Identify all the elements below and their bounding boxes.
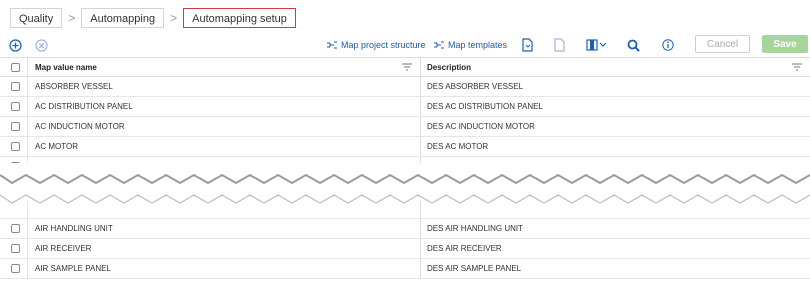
row-checkbox[interactable] xyxy=(11,244,20,253)
column-divider xyxy=(27,77,28,96)
breadcrumb-automapping[interactable]: Automapping xyxy=(81,8,165,28)
table-row[interactable]: AIR RECEIVER DES AIR RECEIVER xyxy=(0,239,810,259)
table-row[interactable]: AIR HANDLING UNIT DES AIR HANDLING UNIT xyxy=(0,219,810,239)
description-cell: DES ABSORBER VESSEL xyxy=(427,82,524,91)
column-header-description[interactable]: Description xyxy=(427,58,471,77)
row-checkbox[interactable] xyxy=(11,142,20,151)
select-all-checkbox[interactable] xyxy=(11,63,20,72)
row-checkbox[interactable] xyxy=(11,122,20,131)
map-value-name-cell: AC MOTOR xyxy=(35,142,78,151)
row-checkbox[interactable] xyxy=(11,264,20,273)
map-templates-icon xyxy=(434,41,444,49)
description-cell: DES AC MOTOR xyxy=(427,142,489,151)
map-project-structure-label: Map project structure xyxy=(341,40,426,50)
cancel-button[interactable]: Cancel xyxy=(695,35,750,53)
description-cell: DES AC DISTRIBUTION PANEL xyxy=(427,102,543,111)
info-icon[interactable] xyxy=(662,32,674,58)
table-header: Map value name Description xyxy=(0,57,810,77)
column-divider xyxy=(420,97,421,116)
table-row[interactable]: AC DISTRIBUTION PANEL DES AC DISTRIBUTIO… xyxy=(0,97,810,117)
breadcrumb-quality[interactable]: Quality xyxy=(10,8,63,28)
column-divider xyxy=(27,58,28,76)
column-divider xyxy=(420,239,421,258)
row-checkbox[interactable] xyxy=(11,82,20,91)
row-checkbox[interactable] xyxy=(11,102,20,111)
map-project-structure-button[interactable]: Map project structure xyxy=(326,32,426,58)
column-divider xyxy=(420,137,421,156)
breadcrumb-separator: > xyxy=(68,11,76,25)
map-value-name-cell: AIR HANDLING UNIT xyxy=(35,224,113,233)
column-divider xyxy=(27,239,28,258)
column-divider xyxy=(420,219,421,238)
table-row[interactable]: AC MOTOR DES AC MOTOR xyxy=(0,137,810,157)
import-icon[interactable] xyxy=(521,32,533,58)
save-button[interactable]: Save xyxy=(762,35,808,53)
column-divider xyxy=(27,219,28,238)
table-row-partial xyxy=(0,201,810,219)
export-icon[interactable] xyxy=(553,32,565,58)
columns-dropdown-icon[interactable] xyxy=(586,32,608,58)
breadcrumb: Quality > Automapping > Automapping setu… xyxy=(10,7,296,29)
description-cell: DES AIR RECEIVER xyxy=(427,244,502,253)
column-divider xyxy=(27,117,28,136)
map-templates-button[interactable]: Map templates xyxy=(433,32,507,58)
map-value-name-cell: AIR SAMPLE PANEL xyxy=(35,264,111,273)
remove-icon[interactable] xyxy=(35,32,48,58)
filter-icon[interactable] xyxy=(792,63,802,73)
description-cell: DES AC INDUCTION MOTOR xyxy=(427,122,535,131)
row-checkbox[interactable] xyxy=(11,224,20,233)
map-value-name-cell: AC DISTRIBUTION PANEL xyxy=(35,102,133,111)
filter-icon[interactable] xyxy=(402,63,412,73)
column-divider xyxy=(420,77,421,96)
column-divider xyxy=(27,97,28,116)
search-icon[interactable] xyxy=(627,32,640,58)
column-divider xyxy=(27,259,28,278)
table-row[interactable]: ABSORBER VESSEL DES ABSORBER VESSEL xyxy=(0,77,810,97)
description-cell: DES AIR HANDLING UNIT xyxy=(427,224,524,233)
description-cell: DES AIR SAMPLE PANEL xyxy=(427,264,522,273)
column-divider xyxy=(420,259,421,278)
column-divider xyxy=(27,201,28,218)
table-row[interactable]: AC INDUCTION MOTOR DES AC INDUCTION MOTO… xyxy=(0,117,810,137)
map-value-name-cell: AIR RECEIVER xyxy=(35,244,92,253)
add-icon[interactable] xyxy=(9,32,22,58)
table-row[interactable]: AIR SAMPLE PANEL DES AIR SAMPLE PANEL xyxy=(0,259,810,279)
toolbar: Map project structure Map templates Canc… xyxy=(0,32,810,58)
breadcrumb-separator: > xyxy=(170,11,178,25)
column-divider xyxy=(27,137,28,156)
column-divider xyxy=(420,117,421,136)
map-templates-label: Map templates xyxy=(448,40,508,50)
map-structure-icon xyxy=(327,41,337,49)
column-divider xyxy=(420,58,421,76)
column-header-map-value-name[interactable]: Map value name xyxy=(35,58,97,77)
column-divider xyxy=(420,201,421,218)
map-value-name-cell: ABSORBER VESSEL xyxy=(35,82,113,91)
breadcrumb-automapping-setup[interactable]: Automapping setup xyxy=(183,8,296,28)
map-value-name-cell: AC INDUCTION MOTOR xyxy=(35,122,125,131)
